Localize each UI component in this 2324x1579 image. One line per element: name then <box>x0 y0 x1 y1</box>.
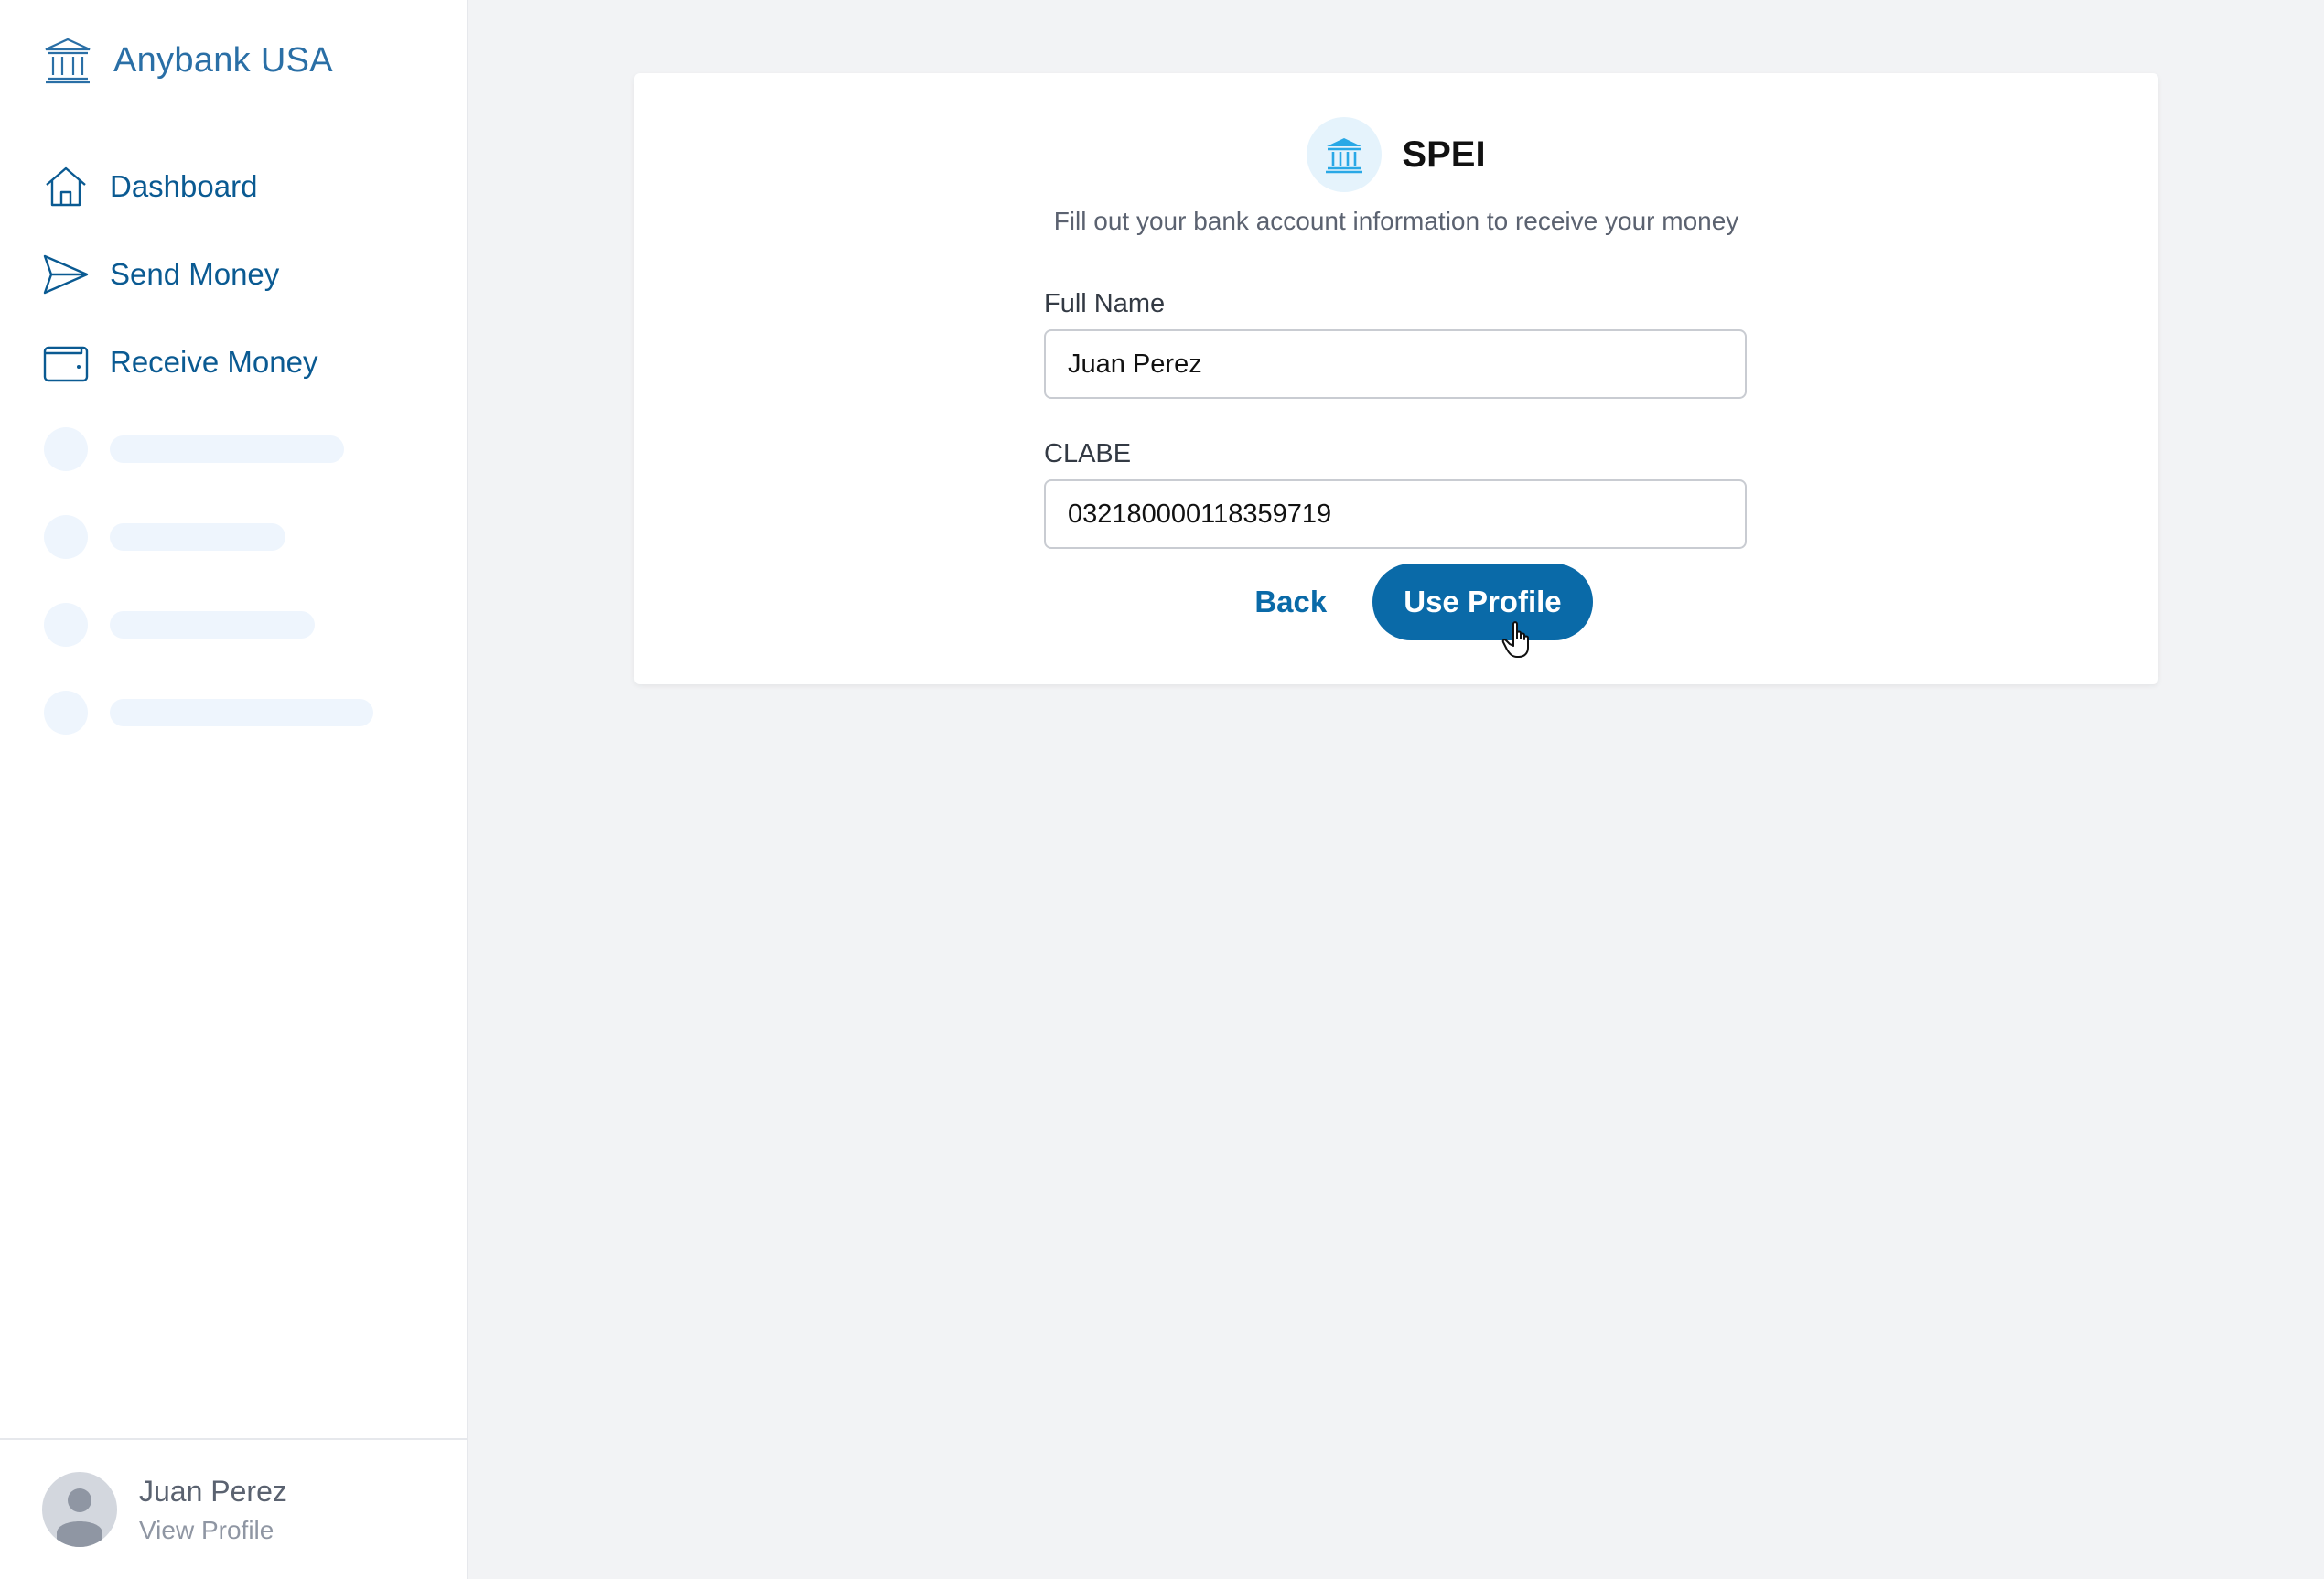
bank-icon <box>1326 138 1363 174</box>
skeleton-dot <box>44 603 88 647</box>
skeleton-bar <box>110 699 373 726</box>
view-profile-link[interactable]: View Profile <box>139 1516 287 1545</box>
user-profile[interactable]: Juan Perez View Profile <box>0 1438 468 1579</box>
skeleton-item <box>44 427 447 471</box>
paper-plane-icon <box>43 254 89 295</box>
nav-item-receive-money[interactable]: Receive Money <box>42 333 445 392</box>
clabe-input[interactable] <box>1044 479 1747 549</box>
skeleton-dot <box>44 691 88 735</box>
card-title: SPEI <box>1402 134 1486 175</box>
nav-label-send-money: Send Money <box>110 257 280 291</box>
brand-name: Anybank USA <box>113 40 333 80</box>
skeleton-item <box>44 515 447 559</box>
skeleton-bar <box>110 611 315 639</box>
skeleton-dot <box>44 427 88 471</box>
nav-skeleton <box>44 427 447 779</box>
skeleton-bar <box>110 523 285 551</box>
skeleton-item <box>44 691 447 735</box>
form-actions: Back Use Profile <box>634 564 2158 640</box>
spei-form-card: SPEI Fill out your bank account informat… <box>634 73 2158 684</box>
full-name-label: Full Name <box>1044 289 1166 318</box>
skeleton-item <box>44 603 447 647</box>
nav-item-dashboard[interactable]: Dashboard <box>42 157 445 216</box>
sidebar: Anybank USA Dashboard Send Money Receive… <box>0 0 468 1579</box>
nav-label-dashboard: Dashboard <box>110 169 258 203</box>
card-header: SPEI <box>634 117 2158 192</box>
bank-icon <box>45 38 91 84</box>
nav-item-send-money[interactable]: Send Money <box>42 245 445 304</box>
skeleton-dot <box>44 515 88 559</box>
user-icon <box>57 1488 102 1547</box>
skeleton-bar <box>110 435 344 463</box>
user-info: Juan Perez View Profile <box>139 1475 287 1545</box>
user-name: Juan Perez <box>139 1474 287 1508</box>
card-subtitle: Fill out your bank account information t… <box>1053 207 1739 235</box>
home-icon <box>46 166 86 207</box>
back-button[interactable]: Back <box>1254 585 1327 619</box>
use-profile-button[interactable]: Use Profile <box>1372 564 1593 640</box>
app-root: Anybank USA Dashboard Send Money Receive… <box>0 0 2324 1579</box>
nav-label-receive-money: Receive Money <box>110 345 318 379</box>
main-nav: Dashboard Send Money Receive Money <box>42 157 445 421</box>
avatar <box>42 1472 117 1547</box>
bank-badge <box>1307 117 1383 192</box>
clabe-label: CLABE <box>1044 439 1132 468</box>
brand-logo[interactable]: Anybank USA <box>42 33 333 88</box>
full-name-input[interactable] <box>1044 329 1747 399</box>
wallet-icon <box>43 346 89 382</box>
